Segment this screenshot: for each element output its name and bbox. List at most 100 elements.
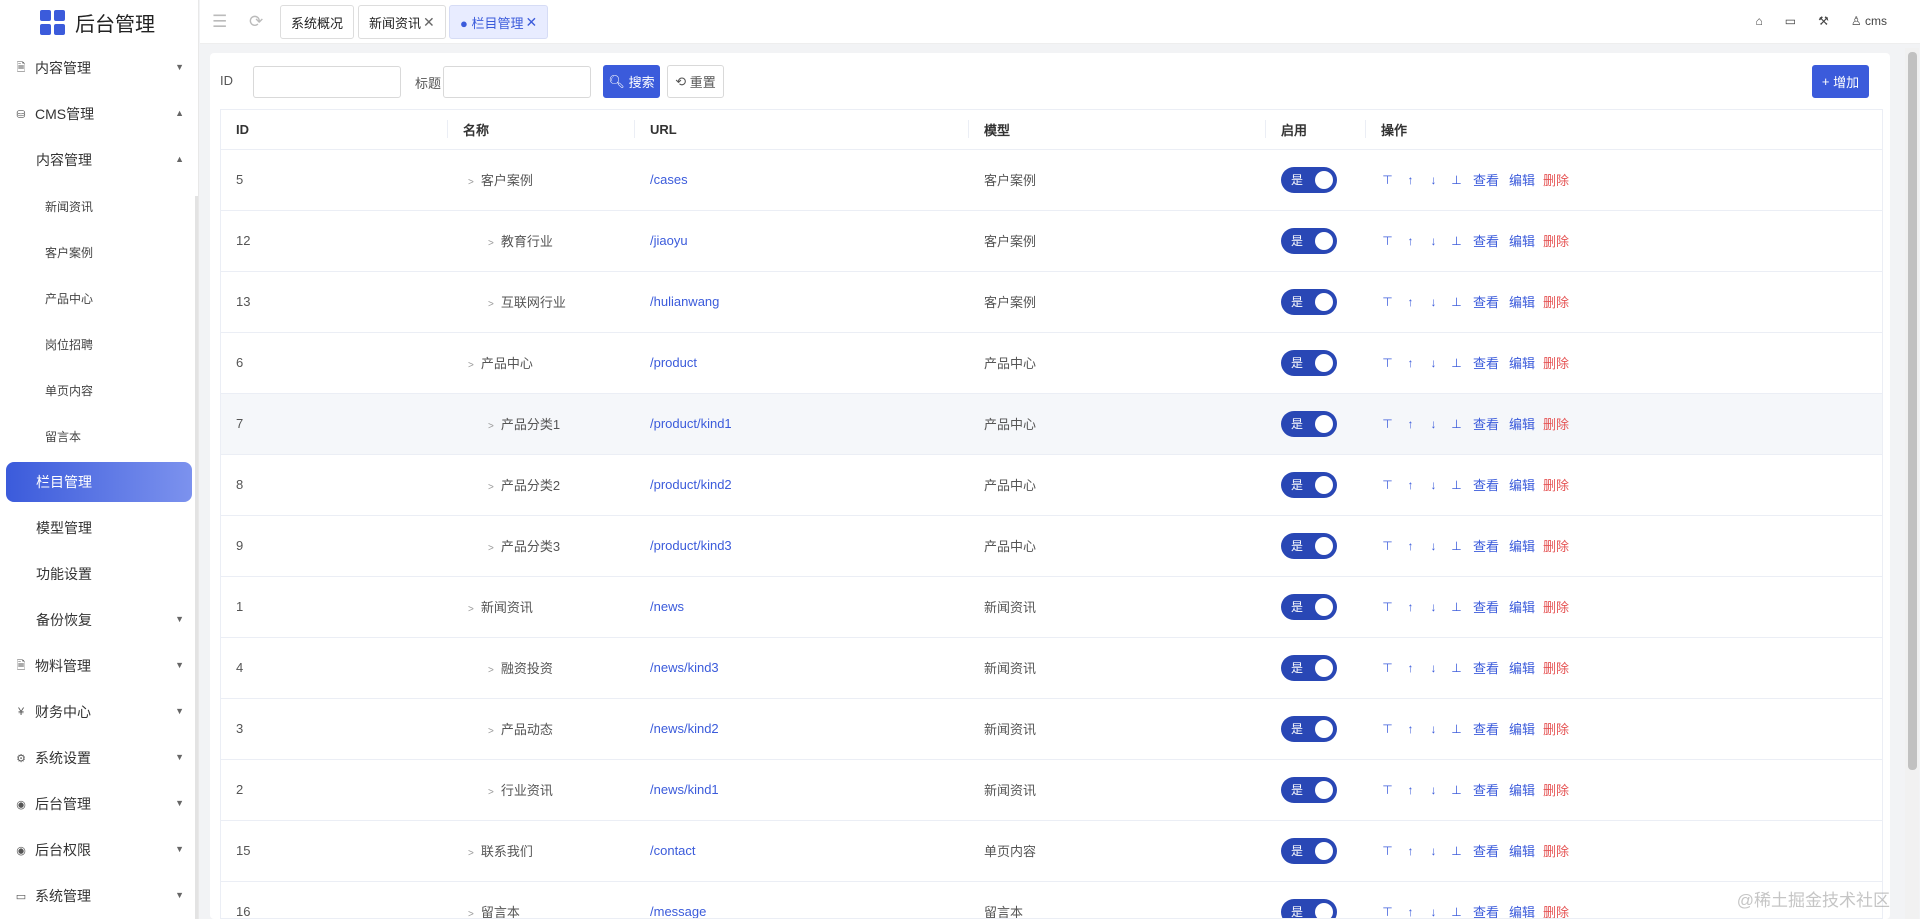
- col-header-enabled[interactable]: 启用: [1266, 110, 1366, 150]
- enabled-switch[interactable]: 是: [1281, 349, 1337, 376]
- title-input[interactable]: [443, 66, 591, 98]
- sidebar-item[interactable]: 内容管理 ▲: [0, 137, 198, 183]
- edit-link[interactable]: 编辑: [1509, 597, 1535, 616]
- delete-link[interactable]: 删除: [1543, 414, 1569, 433]
- enabled-switch[interactable]: 是: [1281, 410, 1337, 437]
- move-top-icon[interactable]: ⊤: [1381, 600, 1394, 614]
- enabled-switch[interactable]: 是: [1281, 288, 1337, 315]
- arrow-down-icon[interactable]: ↓: [1427, 844, 1440, 858]
- col-header-url[interactable]: URL: [635, 110, 969, 150]
- delete-link[interactable]: 删除: [1543, 658, 1569, 677]
- move-top-icon[interactable]: ⊤: [1381, 234, 1394, 248]
- tree-node[interactable]: > 新闻资讯: [463, 600, 533, 615]
- chevron-right-icon[interactable]: >: [468, 177, 474, 188]
- enabled-switch[interactable]: 是: [1281, 166, 1337, 193]
- url-link[interactable]: /product: [650, 355, 697, 370]
- url-link[interactable]: /news/kind2: [650, 721, 719, 736]
- url-link[interactable]: /hulianwang: [650, 294, 719, 309]
- enabled-switch[interactable]: 是: [1281, 776, 1337, 803]
- move-top-icon[interactable]: ⊤: [1381, 478, 1394, 492]
- url-link[interactable]: /product/kind2: [650, 477, 732, 492]
- view-link[interactable]: 查看: [1473, 231, 1499, 250]
- tab-system-overview[interactable]: 系统概况: [280, 5, 355, 39]
- sidebar-item[interactable]: 功能设置: [0, 551, 198, 597]
- sidebar-item[interactable]: 产品中心: [0, 275, 198, 321]
- move-top-icon[interactable]: ⊤: [1381, 356, 1394, 370]
- sidebar-item[interactable]: 🗎 内容管理 ▼: [0, 45, 198, 91]
- edit-link[interactable]: 编辑: [1509, 841, 1535, 860]
- move-bottom-icon[interactable]: ⊥: [1450, 783, 1463, 797]
- tree-node[interactable]: > 教育行业: [463, 234, 553, 249]
- arrow-down-icon[interactable]: ↓: [1427, 722, 1440, 736]
- chevron-right-icon[interactable]: >: [468, 604, 474, 615]
- view-link[interactable]: 查看: [1473, 841, 1499, 860]
- move-bottom-icon[interactable]: ⊥: [1450, 417, 1463, 431]
- edit-link[interactable]: 编辑: [1509, 780, 1535, 799]
- sidebar-item[interactable]: ◉ 后台管理 ▼: [0, 781, 198, 827]
- move-top-icon[interactable]: ⊤: [1381, 905, 1394, 919]
- sidebar-item[interactable]: ▭ 系统管理 ▼: [0, 873, 198, 919]
- enabled-switch[interactable]: 是: [1281, 593, 1337, 620]
- url-link[interactable]: /jiaoyu: [650, 233, 688, 248]
- user-menu[interactable]: ♙ cms: [1851, 14, 1887, 28]
- sidebar-item[interactable]: ◉ 后台权限 ▼: [0, 827, 198, 873]
- col-header-id[interactable]: ID: [221, 110, 448, 150]
- arrow-up-icon[interactable]: ↑: [1404, 417, 1417, 431]
- sidebar-item[interactable]: 客户案例: [0, 229, 198, 275]
- move-bottom-icon[interactable]: ⊥: [1450, 844, 1463, 858]
- arrow-up-icon[interactable]: ↑: [1404, 905, 1417, 919]
- arrow-up-icon[interactable]: ↑: [1404, 783, 1417, 797]
- reset-button[interactable]: ⟲ 重置: [667, 65, 724, 98]
- search-button[interactable]: 🔍︎ 搜索: [603, 65, 660, 98]
- edit-link[interactable]: 编辑: [1509, 231, 1535, 250]
- move-bottom-icon[interactable]: ⊥: [1450, 905, 1463, 919]
- delete-link[interactable]: 删除: [1543, 292, 1569, 311]
- sidebar-scrollbar[interactable]: [195, 196, 198, 919]
- move-top-icon[interactable]: ⊤: [1381, 539, 1394, 553]
- delete-link[interactable]: 删除: [1543, 780, 1569, 799]
- chevron-right-icon[interactable]: >: [488, 787, 494, 798]
- tree-node[interactable]: > 产品分类2: [463, 478, 560, 493]
- arrow-up-icon[interactable]: ↑: [1404, 356, 1417, 370]
- chevron-right-icon[interactable]: >: [488, 482, 494, 493]
- move-top-icon[interactable]: ⊤: [1381, 661, 1394, 675]
- edit-link[interactable]: 编辑: [1509, 170, 1535, 189]
- chevron-right-icon[interactable]: >: [468, 360, 474, 371]
- tree-node[interactable]: > 产品动态: [463, 722, 553, 737]
- sidebar-item[interactable]: ⛁ CMS管理 ▲: [0, 91, 198, 137]
- enabled-switch[interactable]: 是: [1281, 715, 1337, 742]
- move-top-icon[interactable]: ⊤: [1381, 295, 1394, 309]
- sidebar-item[interactable]: 栏目管理: [6, 462, 192, 502]
- close-icon[interactable]: ✕: [525, 14, 537, 31]
- chevron-right-icon[interactable]: >: [468, 848, 474, 859]
- arrow-up-icon[interactable]: ↑: [1404, 234, 1417, 248]
- url-link[interactable]: /message: [650, 904, 706, 918]
- chevron-right-icon[interactable]: >: [488, 421, 494, 432]
- move-bottom-icon[interactable]: ⊥: [1450, 173, 1463, 187]
- view-link[interactable]: 查看: [1473, 536, 1499, 555]
- tree-node[interactable]: > 客户案例: [463, 173, 533, 188]
- chevron-right-icon[interactable]: >: [488, 299, 494, 310]
- monitor-icon[interactable]: ▭: [1785, 14, 1796, 28]
- tree-node[interactable]: > 行业资讯: [463, 783, 553, 798]
- arrow-up-icon[interactable]: ↑: [1404, 600, 1417, 614]
- edit-link[interactable]: 编辑: [1509, 902, 1535, 918]
- tree-node[interactable]: > 互联网行业: [463, 295, 566, 310]
- sidebar-item[interactable]: ⚙ 系统设置 ▼: [0, 735, 198, 781]
- edit-link[interactable]: 编辑: [1509, 353, 1535, 372]
- close-icon[interactable]: ✕: [423, 14, 435, 31]
- arrow-down-icon[interactable]: ↓: [1427, 539, 1440, 553]
- delete-link[interactable]: 删除: [1543, 902, 1569, 918]
- edit-link[interactable]: 编辑: [1509, 292, 1535, 311]
- arrow-up-icon[interactable]: ↑: [1404, 844, 1417, 858]
- app-logo[interactable]: 后台管理: [0, 0, 198, 45]
- enabled-switch[interactable]: 是: [1281, 898, 1337, 918]
- delete-link[interactable]: 删除: [1543, 536, 1569, 555]
- sidebar-item[interactable]: 模型管理: [0, 505, 198, 551]
- edit-link[interactable]: 编辑: [1509, 658, 1535, 677]
- move-bottom-icon[interactable]: ⊥: [1450, 722, 1463, 736]
- url-link[interactable]: /cases: [650, 172, 688, 187]
- col-header-model[interactable]: 模型: [969, 110, 1266, 150]
- url-link[interactable]: /news/kind1: [650, 782, 719, 797]
- arrow-up-icon[interactable]: ↑: [1404, 539, 1417, 553]
